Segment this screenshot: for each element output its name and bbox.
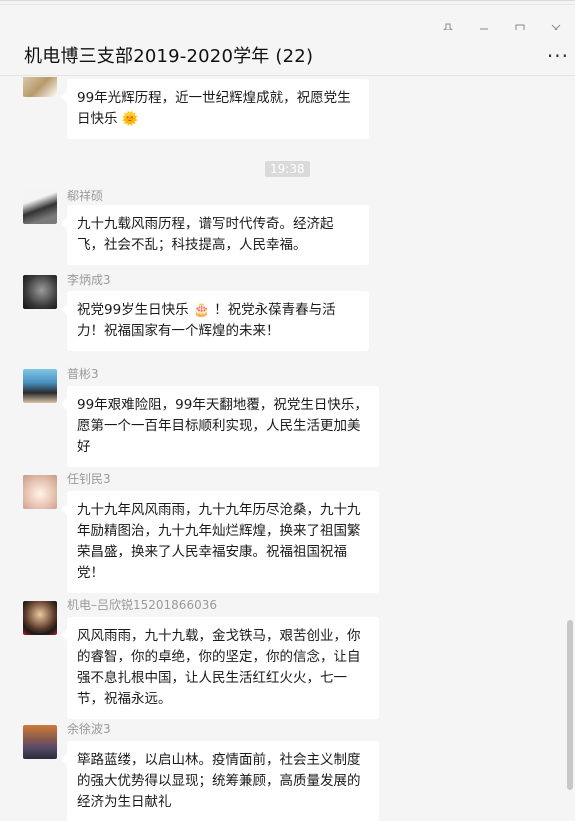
message-bubble: 风风雨雨，九十九载，金戈铁马，艰苦创业，你的睿智，你的卓绝，你的坚定，你的信念，… xyxy=(61,617,379,719)
chat-header: 机电博三支部2019-2020学年 (22) ··· xyxy=(0,30,575,76)
avatar[interactable] xyxy=(23,725,57,759)
timestamp: 19:38 xyxy=(265,161,310,177)
avatar[interactable] xyxy=(23,275,57,309)
message-text: 风风雨雨，九十九载，金戈铁马，艰苦创业，你的睿智，你的卓绝，你的坚定，你的信念，… xyxy=(77,628,361,707)
sender-name: 郗祥硕 xyxy=(67,189,104,203)
sender-name: 普彬3 xyxy=(67,367,99,381)
sender-name: 李炳成3 xyxy=(67,273,111,287)
avatar[interactable] xyxy=(23,475,57,509)
window-top-border-inner xyxy=(0,4,575,5)
avatar[interactable] xyxy=(23,369,57,403)
message-bubble: 99年艰难险阻，99年天翻地覆，祝党生日快乐，愿第一个一百年目标顺利实现，人民生… xyxy=(61,386,379,467)
message-bubble: 筚路蓝缕，以启山林。疫情面前，社会主义制度的强大优势得以显现；统筹兼顾，高质量发… xyxy=(61,741,379,821)
message-text: 99年艰难险阻，99年天翻地覆，祝党生日快乐，愿第一个一百年目标顺利实现，人民生… xyxy=(77,397,368,455)
more-icon[interactable]: ··· xyxy=(547,44,569,68)
message-text: 99年光辉历程，近一世纪辉煌成就，祝愿党生日快乐 🌞 xyxy=(77,90,351,127)
sender-name: 机电–吕欣锐15201866036 xyxy=(67,598,217,612)
scrollbar[interactable] xyxy=(567,620,573,790)
sender-name: 任钊民3 xyxy=(67,472,111,486)
message-bubble: 九十九载风雨历程，谱写时代传奇。经济起飞，社会不乱；科技提高，人民幸福。 xyxy=(61,205,369,265)
message-bubble: 九十九年风风雨雨，九十九年历尽沧桑，九十九年励精图治，九十九年灿烂辉煌，换来了祖… xyxy=(61,491,379,593)
message-bubble: 祝党99岁生日快乐 🎂 ！祝党永葆青春与活力！祝福国家有一个辉煌的未来！ xyxy=(61,291,369,351)
message-text: 九十九载风雨历程，谱写时代传奇。经济起飞，社会不乱；科技提高，人民幸福。 xyxy=(77,216,334,253)
message-text: 九十九年风风雨雨，九十九年历尽沧桑，九十九年励精图治，九十九年灿烂辉煌，换来了祖… xyxy=(77,502,361,581)
avatar[interactable] xyxy=(23,601,57,635)
avatar[interactable] xyxy=(23,190,57,224)
chat-title: 机电博三支部2019-2020学年 (22) xyxy=(24,46,314,67)
message-bubble: 99年光辉历程，近一世纪辉煌成就，祝愿党生日快乐 🌞 xyxy=(61,79,369,139)
message-text: 筚路蓝缕，以启山林。疫情面前，社会主义制度的强大优势得以显现；统筹兼顾，高质量发… xyxy=(77,752,361,810)
window-top-border xyxy=(0,0,575,1)
sender-name: 余徐波3 xyxy=(67,722,111,736)
message-text: 祝党99岁生日快乐 🎂 ！祝党永葆青春与活力！祝福国家有一个辉煌的未来！ xyxy=(77,302,336,339)
avatar[interactable] xyxy=(23,77,57,97)
message-list[interactable]: 99年光辉历程，近一世纪辉煌成就，祝愿党生日快乐 🌞 19:38 郗祥硕 九十九… xyxy=(0,77,575,821)
